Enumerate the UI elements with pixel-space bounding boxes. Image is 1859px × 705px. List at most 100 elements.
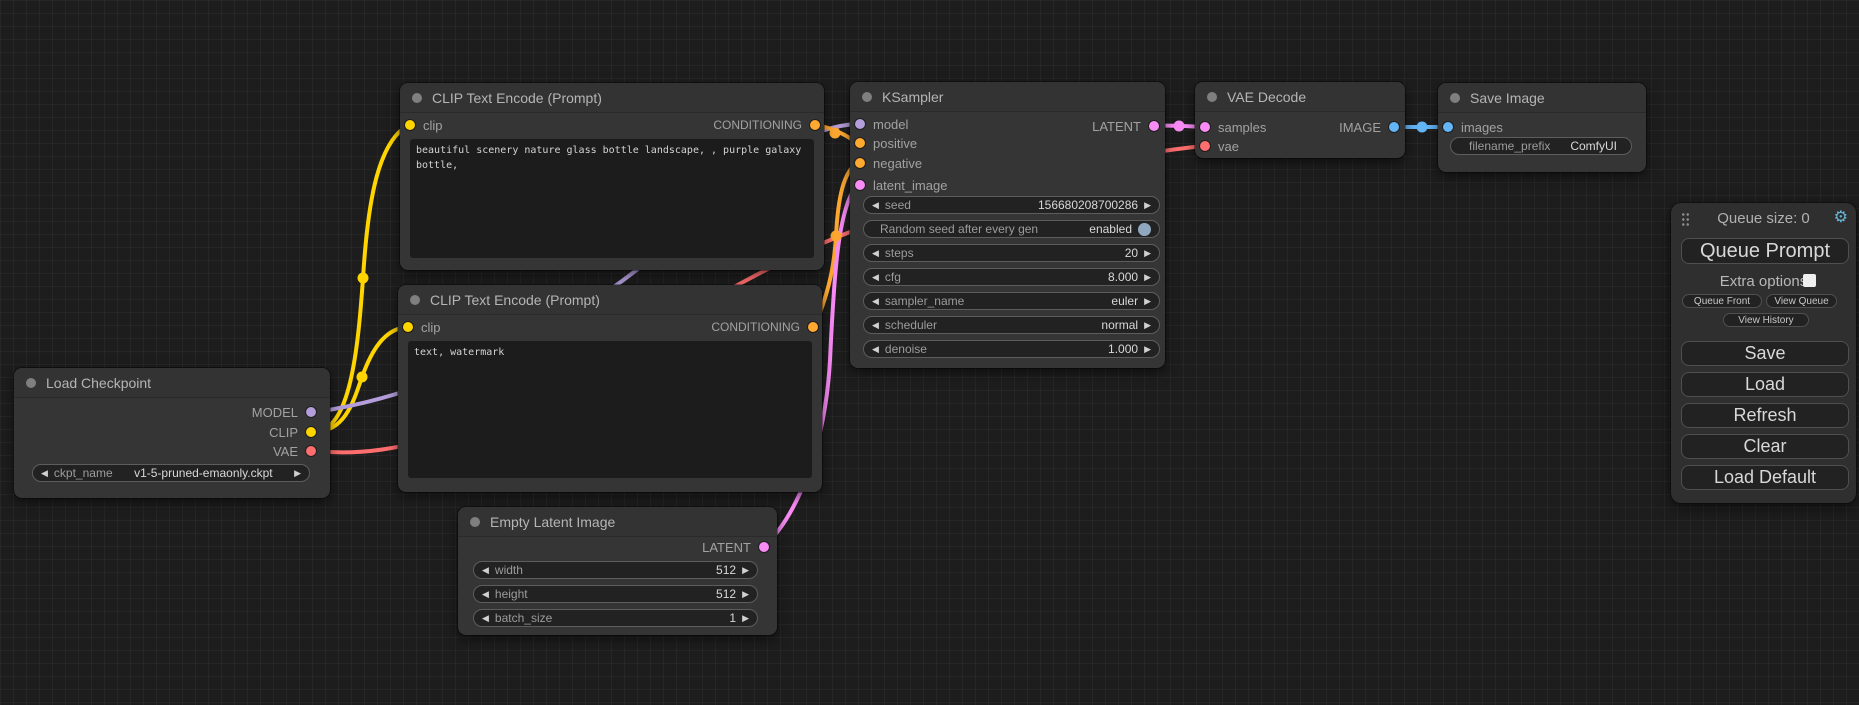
increment-arrow-icon[interactable]: ▶ [1144,201,1151,210]
link-dot-conditioning-1[interactable] [830,128,841,139]
output-label: CONDITIONING [713,118,802,132]
decrement-arrow-icon[interactable]: ◀ [872,297,879,306]
decrement-arrow-icon[interactable]: ◀ [872,273,879,282]
increment-arrow-icon[interactable]: ▶ [294,469,301,478]
output-label: IMAGE [1339,120,1381,135]
node-title-bar[interactable]: CLIP Text Encode (Prompt) [400,83,824,113]
ckpt-name-widget[interactable]: ◀ ckpt_name v1-5-pruned-emaonly.ckpt ▶ [32,464,310,482]
conditioning-output-port[interactable] [810,120,820,130]
node-load-checkpoint[interactable]: Load Checkpoint MODEL CLIP VAE ◀ ckpt_na… [14,368,330,498]
decrement-arrow-icon[interactable]: ◀ [41,469,48,478]
decrement-arrow-icon[interactable]: ◀ [872,345,879,354]
toggle-dot-icon[interactable] [1138,223,1151,236]
scheduler-widget[interactable]: ◀ scheduler normal ▶ [863,316,1160,334]
increment-arrow-icon[interactable]: ▶ [742,590,749,599]
node-clip-text-encode-positive[interactable]: CLIP Text Encode (Prompt) clip CONDITION… [400,83,824,270]
denoise-widget[interactable]: ◀ denoise 1.000 ▶ [863,340,1160,358]
clip-input-port[interactable] [405,120,415,130]
latent-output-port[interactable] [1149,121,1159,131]
images-input-port[interactable] [1443,122,1453,132]
save-button[interactable]: Save [1681,341,1849,366]
collapse-dot-icon[interactable] [862,92,872,102]
link-dot-latent[interactable] [1174,121,1185,132]
prompt-textarea[interactable]: beautiful scenery nature glass bottle la… [410,139,814,258]
queue-prompt-button[interactable]: Queue Prompt [1681,238,1849,264]
decrement-arrow-icon[interactable]: ◀ [482,566,489,575]
increment-arrow-icon[interactable]: ▶ [742,614,749,623]
batch-size-widget[interactable]: ◀ batch_size 1 ▶ [473,609,758,627]
clip-input-port[interactable] [403,322,413,332]
decrement-arrow-icon[interactable]: ◀ [872,201,879,210]
vae-output-port[interactable] [306,446,316,456]
node-title-bar[interactable]: KSampler [850,82,1165,112]
node-title-bar[interactable]: Save Image [1438,83,1646,113]
queue-front-button[interactable]: Queue Front [1682,294,1762,308]
node-title-bar[interactable]: Load Checkpoint [14,368,330,398]
decrement-arrow-icon[interactable]: ◀ [872,321,879,330]
extra-options-checkbox[interactable] [1803,274,1816,287]
node-save-image[interactable]: Save Image images filename_prefix ComfyU… [1438,83,1646,172]
image-output-port[interactable] [1389,122,1399,132]
collapse-dot-icon[interactable] [1207,92,1217,102]
collapse-dot-icon[interactable] [26,378,36,388]
random-seed-toggle-widget[interactable]: Random seed after every gen enabled [863,220,1160,238]
node-ksampler[interactable]: KSampler model positive negative latent_… [850,82,1165,368]
gear-icon[interactable]: ⚙ [1834,207,1848,227]
link-dot-clip-1[interactable] [358,273,369,284]
prompt-textarea[interactable]: text, watermark [408,341,812,478]
link-dot-image[interactable] [1417,122,1428,133]
node-title-bar[interactable]: VAE Decode [1195,82,1405,112]
load-default-button[interactable]: Load Default [1681,465,1849,490]
view-queue-button[interactable]: View Queue [1766,294,1837,308]
clear-button[interactable]: Clear [1681,434,1849,459]
cfg-widget[interactable]: ◀ cfg 8.000 ▶ [863,268,1160,286]
widget-label: ckpt_name [54,466,113,480]
sampler-name-widget[interactable]: ◀ sampler_name euler ▶ [863,292,1160,310]
queue-menu-panel: Queue size: 0 ⚙ Queue Prompt Extra optio… [1671,203,1856,503]
node-clip-text-encode-negative[interactable]: CLIP Text Encode (Prompt) clip CONDITION… [398,285,822,492]
seed-widget[interactable]: ◀ seed 156680208700286 ▶ [863,196,1160,214]
increment-arrow-icon[interactable]: ▶ [1144,273,1151,282]
negative-input-port[interactable] [855,158,865,168]
comfyui-canvas[interactable]: { "icons": { "left_arrow": "◀", "right_a… [0,0,1859,705]
output-label: CONDITIONING [711,320,800,334]
refresh-button[interactable]: Refresh [1681,403,1849,428]
load-button[interactable]: Load [1681,372,1849,397]
collapse-dot-icon[interactable] [470,517,480,527]
samples-input-port[interactable] [1200,122,1210,132]
latent-image-input-port[interactable] [855,180,865,190]
node-vae-decode[interactable]: VAE Decode samples vae IMAGE [1195,82,1405,158]
node-title-bar[interactable]: Empty Latent Image [458,507,777,537]
node-title-bar[interactable]: CLIP Text Encode (Prompt) [398,285,822,315]
view-history-button[interactable]: View History [1723,313,1809,327]
output-label: MODEL [252,405,298,420]
decrement-arrow-icon[interactable]: ◀ [872,249,879,258]
positive-input-port[interactable] [855,138,865,148]
increment-arrow-icon[interactable]: ▶ [1144,297,1151,306]
node-title: Load Checkpoint [46,375,151,391]
collapse-dot-icon[interactable] [410,295,420,305]
model-output-port[interactable] [306,407,316,417]
collapse-dot-icon[interactable] [1450,93,1460,103]
increment-arrow-icon[interactable]: ▶ [1144,321,1151,330]
steps-widget[interactable]: ◀ steps 20 ▶ [863,244,1160,262]
drag-handle-icon[interactable] [1681,212,1690,227]
vae-input-port[interactable] [1200,141,1210,151]
model-input-port[interactable] [855,119,865,129]
increment-arrow-icon[interactable]: ▶ [742,566,749,575]
collapse-dot-icon[interactable] [412,93,422,103]
link-dot-conditioning-2[interactable] [831,231,842,242]
widget-value: v1-5-pruned-emaonly.ckpt [134,466,273,480]
increment-arrow-icon[interactable]: ▶ [1144,249,1151,258]
latent-output-port[interactable] [759,542,769,552]
filename-prefix-widget[interactable]: filename_prefix ComfyUI [1450,137,1632,155]
decrement-arrow-icon[interactable]: ◀ [482,590,489,599]
decrement-arrow-icon[interactable]: ◀ [482,614,489,623]
node-empty-latent-image[interactable]: Empty Latent Image LATENT ◀ width 512 ▶ … [458,507,777,635]
increment-arrow-icon[interactable]: ▶ [1144,345,1151,354]
conditioning-output-port[interactable] [808,322,818,332]
clip-output-port[interactable] [306,427,316,437]
width-widget[interactable]: ◀ width 512 ▶ [473,561,758,579]
link-dot-clip-2[interactable] [357,372,368,383]
height-widget[interactable]: ◀ height 512 ▶ [473,585,758,603]
